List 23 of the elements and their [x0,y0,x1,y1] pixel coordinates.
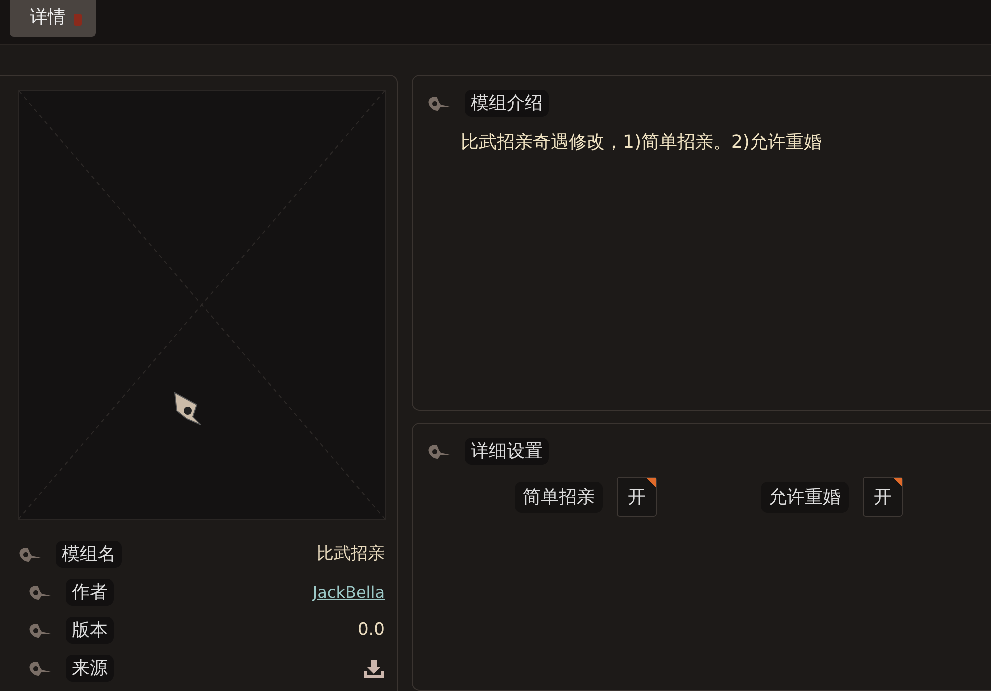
author-link[interactable]: JackBella [312,580,385,604]
tab[interactable]: 详情 [10,0,96,37]
description-text: 比武招亲奇遇修改，1)简单招亲。2)允许重婚 [461,131,823,155]
ornament-icon [18,546,42,564]
field-label: 版本 [66,617,114,644]
toggle-button[interactable]: 开 [863,477,903,517]
option-label: 简单招亲 [515,482,603,512]
section-title: 详细设置 [465,438,549,465]
field-label: 来源 [66,655,114,682]
cursor-icon [173,391,203,427]
ornament-icon [427,94,451,112]
ornament-icon [28,584,52,602]
ornament-icon [28,622,52,640]
section-title: 模组介绍 [465,90,549,117]
ornament-icon [427,442,451,460]
option-label: 允许重婚 [761,482,849,512]
field-label: 模组名 [56,541,122,568]
field-value: 比武招亲 [317,542,385,566]
download-icon[interactable] [363,658,385,678]
toggle-button[interactable]: 开 [617,477,657,517]
field-label: 作者 [66,579,114,606]
ornament-icon [28,660,52,678]
field-value: 0.0 [358,618,385,642]
